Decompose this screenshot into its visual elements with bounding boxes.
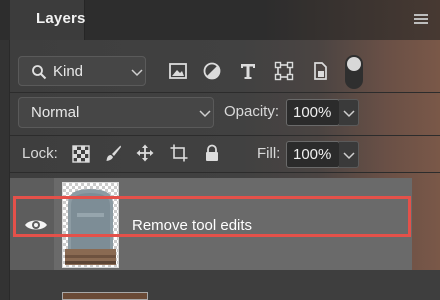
opacity-input[interactable]: 100% xyxy=(286,99,340,126)
type-filter-icon[interactable] xyxy=(238,61,258,81)
tab-layers-label: Layers xyxy=(36,10,86,27)
opacity-value: 100% xyxy=(293,104,332,121)
filter-toggle-knob xyxy=(347,57,361,71)
chevron-down-icon xyxy=(343,152,355,160)
layers-panel: Layers Kind Normal Opacity: 100% Lock: F… xyxy=(0,0,440,300)
lock-transparent-pixels-icon[interactable] xyxy=(72,145,90,163)
fill-label: Fill: xyxy=(257,145,281,162)
layer-thumbnail xyxy=(62,292,148,300)
filter-kind-select[interactable]: Kind xyxy=(18,56,146,86)
chevron-down-icon xyxy=(343,110,355,118)
smart-object-filter-icon[interactable] xyxy=(310,61,330,81)
layer-name[interactable]: Remove tool edits xyxy=(132,217,252,234)
adjustment-filter-icon[interactable] xyxy=(202,61,222,81)
panel-menu-icon[interactable] xyxy=(414,14,428,25)
fill-input[interactable]: 100% xyxy=(286,141,340,168)
chevron-down-icon xyxy=(131,69,143,77)
layer-thumbnail-image xyxy=(63,183,118,267)
search-icon xyxy=(32,65,47,80)
opacity-label: Opacity: xyxy=(224,103,280,120)
chevron-down-icon xyxy=(199,110,211,118)
blend-mode-select[interactable]: Normal xyxy=(18,97,214,128)
filter-toggle[interactable] xyxy=(345,55,363,89)
filter-kind-label: Kind xyxy=(53,63,84,80)
image-filter-icon[interactable] xyxy=(168,61,188,81)
shape-filter-icon[interactable] xyxy=(274,61,294,81)
lock-all-icon[interactable] xyxy=(203,144,221,162)
row-divider xyxy=(10,172,440,173)
lock-image-pixels-icon[interactable] xyxy=(104,144,122,162)
row-divider xyxy=(10,92,440,93)
tab-layers[interactable]: Layers xyxy=(10,0,85,40)
blend-mode-value: Normal xyxy=(31,104,80,121)
layer-thumbnail xyxy=(62,182,119,268)
eye-icon[interactable] xyxy=(24,218,48,232)
lock-position-icon[interactable] xyxy=(136,144,154,162)
fill-dropdown-button[interactable] xyxy=(339,141,359,168)
fill-value: 100% xyxy=(293,146,332,163)
lock-label: Lock: xyxy=(22,145,58,162)
row-divider xyxy=(10,135,440,136)
opacity-dropdown-button[interactable] xyxy=(339,99,359,126)
lock-artboard-icon[interactable] xyxy=(170,144,188,162)
